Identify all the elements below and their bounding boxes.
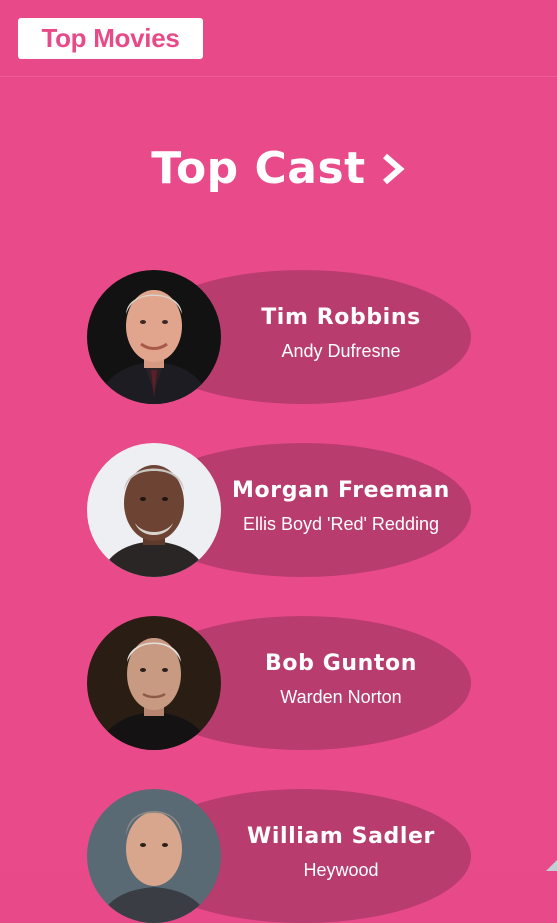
actor-photo-icon [87, 443, 221, 577]
cast-list: Tim Robbins Andy Dufresne Morgan Freeman… [0, 0, 557, 923]
cast-card[interactable]: Bob Gunton Warden Norton [87, 616, 471, 750]
character-name: Andy Dufresne [281, 341, 401, 361]
actor-name: Morgan Freeman [232, 478, 450, 503]
cast-card[interactable]: Tim Robbins Andy Dufresne [87, 270, 471, 404]
cast-info: Tim Robbins Andy Dufresne [221, 270, 461, 404]
actor-photo-icon [87, 789, 221, 923]
actor-name: William Sadler [246, 824, 435, 849]
actor-name: Tim Robbins [261, 305, 421, 330]
character-name: Ellis Boyd 'Red' Redding [243, 514, 439, 534]
actor-name: Bob Gunton [265, 651, 417, 676]
cast-card[interactable]: Morgan Freeman Ellis Boyd 'Red' Redding [87, 443, 471, 577]
cast-info: Morgan Freeman Ellis Boyd 'Red' Redding [221, 443, 461, 577]
cast-info: William Sadler Heywood [221, 789, 461, 923]
cast-info: Bob Gunton Warden Norton [221, 616, 461, 750]
cast-card[interactable]: William Sadler Heywood [87, 789, 471, 923]
actor-photo-icon [87, 270, 221, 404]
resize-handle[interactable] [546, 860, 557, 871]
character-name: Warden Norton [280, 687, 402, 707]
actor-photo-icon [87, 616, 221, 750]
character-name: Heywood [303, 860, 379, 880]
